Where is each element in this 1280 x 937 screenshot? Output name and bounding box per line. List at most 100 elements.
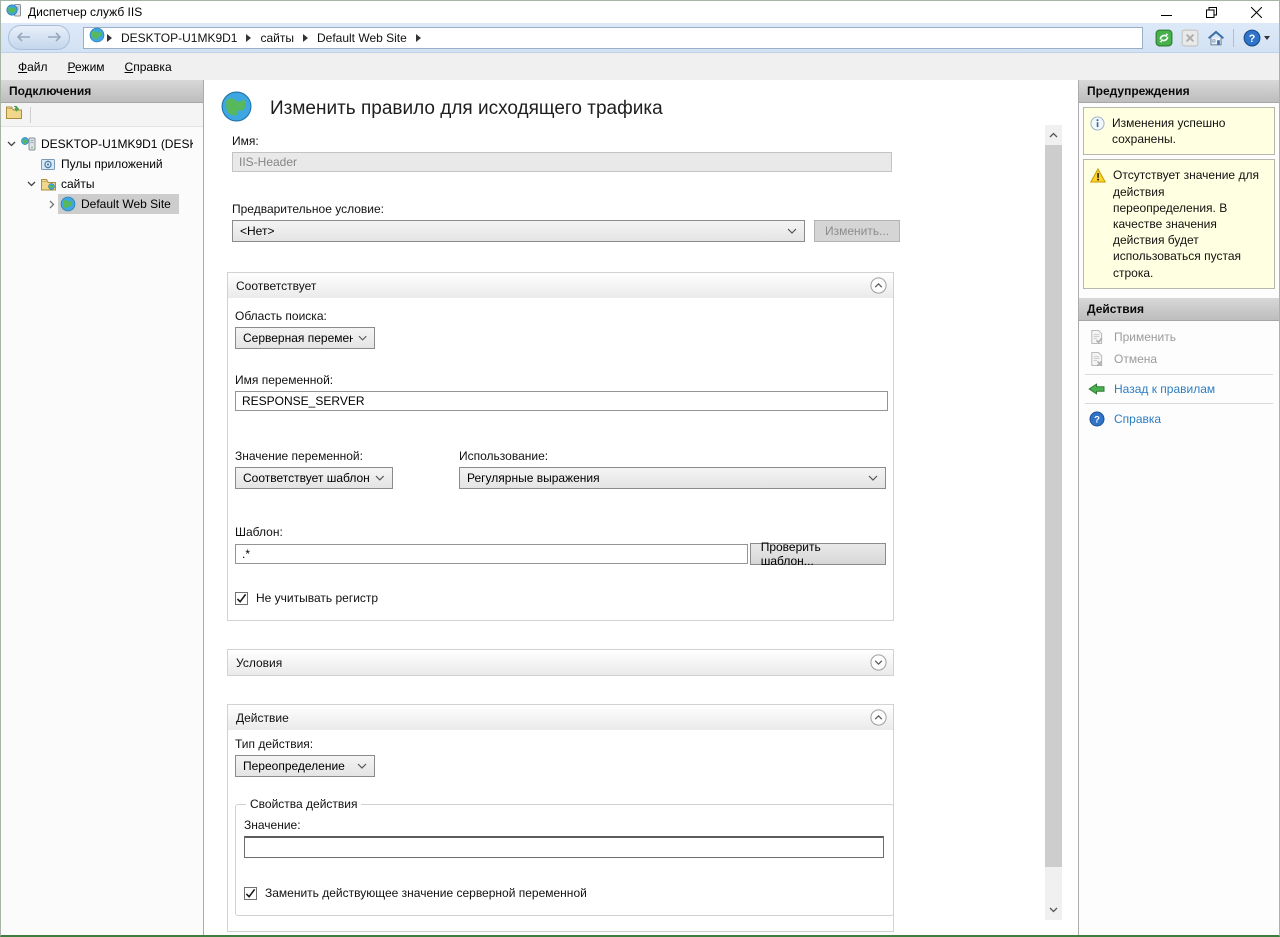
expand-section-button[interactable] <box>870 654 887 671</box>
restore-button[interactable] <box>1189 1 1234 23</box>
test-pattern-button[interactable]: Проверить шаблон... <box>750 543 886 565</box>
scope-label: Область поиска: <box>235 309 886 323</box>
close-icon <box>1251 7 1262 18</box>
breadcrumb-server[interactable]: DESKTOP-U1MK9D1 <box>121 31 237 45</box>
selected-tree-item[interactable]: Default Web Site <box>58 194 179 214</box>
minimize-button[interactable] <box>1144 1 1189 23</box>
toolbar-separator <box>30 107 31 123</box>
breadcrumb-separator-icon <box>416 34 421 42</box>
back-to-rules-action[interactable]: Назад к правилам <box>1079 379 1279 399</box>
replace-value-checkbox[interactable] <box>244 887 257 900</box>
apply-icon <box>1088 329 1105 345</box>
action-value-input[interactable] <box>244 836 884 858</box>
breadcrumb-sites[interactable]: сайты <box>260 31 294 45</box>
back-green-arrow-icon <box>1088 382 1105 396</box>
match-section-title: Соответствует <box>236 279 316 293</box>
checkmark-icon <box>245 888 256 899</box>
restore-icon <box>1206 7 1217 18</box>
help-dropdown-caret-icon <box>1264 36 1270 40</box>
action-type-label: Тип действия: <box>235 737 886 751</box>
actions-separator <box>1085 403 1273 404</box>
warning-alert-text: Отсутствует значение для действия переоп… <box>1113 167 1268 280</box>
checkmark-icon <box>236 593 247 604</box>
home-button[interactable] <box>1204 27 1227 49</box>
variable-name-input[interactable]: RESPONSE_SERVER <box>235 391 888 411</box>
scrollbar-thumb[interactable] <box>1045 145 1062 867</box>
variable-value-label: Значение переменной: <box>235 449 459 463</box>
address-toolbar: DESKTOP-U1MK9D1 сайты Default Web Site ? <box>1 23 1279 53</box>
variable-value-select[interactable]: Соответствует шаблону <box>235 467 393 489</box>
menu-help[interactable]: Справка <box>115 56 182 78</box>
chevron-down-icon <box>1049 907 1058 913</box>
chevron-down-icon <box>868 475 878 481</box>
breadcrumb-separator-icon <box>246 34 251 42</box>
connections-tree: DESKTOP-U1MK9D1 (DESKTO Пулы приложений <box>1 127 203 935</box>
menu-file[interactable]: Файл <box>8 56 58 78</box>
ignore-case-label: Не учитывать регистр <box>256 591 378 605</box>
cancel-icon <box>1088 351 1105 367</box>
name-input: IIS-Header <box>232 152 892 172</box>
chevron-down-icon <box>357 763 367 769</box>
help-label[interactable]: Справка <box>1114 412 1161 426</box>
vertical-scrollbar[interactable] <box>1045 125 1062 920</box>
using-select[interactable]: Регулярные выражения <box>459 467 886 489</box>
menu-bar: Файл Режим Справка <box>1 53 1279 80</box>
help-action[interactable]: ? Справка <box>1079 408 1279 430</box>
ignore-case-checkbox[interactable] <box>235 592 248 605</box>
chevron-down-circle-icon <box>870 654 887 671</box>
chevron-down-icon[interactable] <box>25 181 38 187</box>
pattern-input[interactable]: .* <box>235 544 748 564</box>
match-section: Соответствует Область поиска: Серверная … <box>227 272 894 621</box>
menu-mode[interactable]: Режим <box>58 56 115 78</box>
help-button[interactable]: ? <box>1240 27 1272 49</box>
toolbar-separator <box>1233 29 1234 47</box>
restart-button[interactable] <box>1152 27 1175 49</box>
action-properties-legend: Свойства действия <box>246 797 361 811</box>
tree-item-default-web-site[interactable]: Default Web Site <box>1 194 203 214</box>
chevron-down-icon[interactable] <box>5 141 18 147</box>
edit-precondition-button: Изменить... <box>814 220 900 242</box>
connections-header: Подключения <box>1 80 203 103</box>
tree-item-label: сайты <box>61 177 95 191</box>
iis-manager-window: Диспетчер служб IIS <box>0 0 1280 937</box>
svg-text:?: ? <box>1094 414 1100 425</box>
info-alert-text: Изменения успешно сохранены. <box>1112 115 1268 147</box>
forward-button[interactable] <box>47 29 61 47</box>
actions-header: Действия <box>1079 298 1279 321</box>
conditions-section: Условия <box>227 649 894 676</box>
page-title: Изменить правило для исходящего трафика <box>270 98 663 120</box>
svg-text:?: ? <box>1248 33 1255 45</box>
scroll-up-button[interactable] <box>1045 125 1062 145</box>
tree-item-label: DESKTOP-U1MK9D1 (DESKTO <box>41 137 193 151</box>
chevron-up-icon <box>1049 132 1058 138</box>
collapse-section-button[interactable] <box>870 709 887 726</box>
tree-item-server[interactable]: DESKTOP-U1MK9D1 (DESKTO <box>1 134 203 154</box>
precondition-select[interactable]: <Нет> <box>232 220 805 242</box>
sites-folder-icon <box>40 176 57 192</box>
server-icon <box>20 136 37 152</box>
close-button[interactable] <box>1234 1 1279 23</box>
app-icon <box>6 2 22 23</box>
action-type-select[interactable]: Переопределение <box>235 755 375 777</box>
cancel-label: Отмена <box>1114 352 1157 366</box>
collapse-section-button[interactable] <box>870 277 887 294</box>
chevron-down-icon <box>358 335 367 341</box>
tree-item-label: Пулы приложений <box>61 157 163 171</box>
edit-outbound-rule-page: Изменить правило для исходящего трафика … <box>204 80 1075 935</box>
precondition-label: Предварительное условие: <box>232 202 1075 216</box>
chevron-down-icon <box>787 228 797 234</box>
help-icon: ? <box>1243 29 1261 47</box>
back-button[interactable] <box>17 29 31 47</box>
tree-item-app-pools[interactable]: Пулы приложений <box>1 154 203 174</box>
tree-item-sites[interactable]: сайты <box>1 174 203 194</box>
scroll-down-button[interactable] <box>1045 900 1062 920</box>
save-connections-button[interactable] <box>5 104 23 125</box>
back-to-rules-label[interactable]: Назад к правилам <box>1114 382 1215 396</box>
globe-icon <box>60 196 77 212</box>
breadcrumb-site[interactable]: Default Web Site <box>317 31 407 45</box>
breadcrumb[interactable]: DESKTOP-U1MK9D1 сайты Default Web Site <box>83 27 1143 49</box>
pattern-label: Шаблон: <box>235 525 886 539</box>
chevron-right-icon[interactable] <box>45 200 58 209</box>
chevron-down-icon <box>375 475 385 481</box>
scope-select[interactable]: Серверная переменн <box>235 327 375 349</box>
